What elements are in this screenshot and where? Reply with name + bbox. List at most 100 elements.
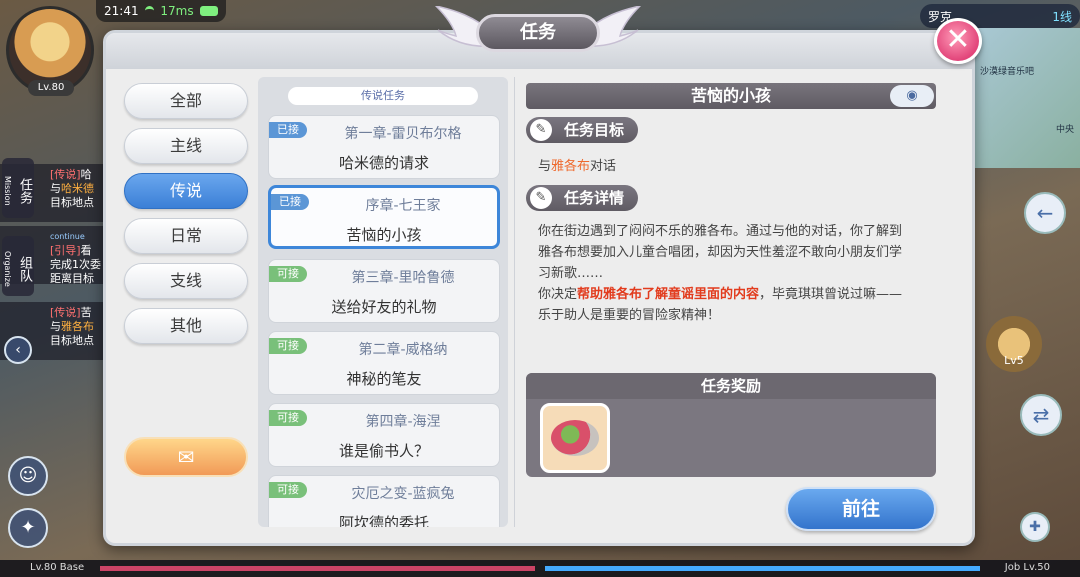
desc-text: ，毕竟琪琪曾说过嘛—— bbox=[759, 287, 903, 302]
desc-line: 乐于助人是重要的冒险家精神！ bbox=[538, 308, 721, 323]
quest-tag: [传说] bbox=[50, 306, 81, 319]
reward-box: 任务奖励 bbox=[526, 373, 936, 477]
quest-chapter: 灾厄之变-蓝疯兔 bbox=[351, 486, 455, 502]
quest-card[interactable]: 可接 第三章-里哈鲁德 送给好友的礼物 bbox=[268, 259, 500, 323]
desc-emphasis: 帮助雅各布了解童谣里面的内容 bbox=[577, 287, 760, 302]
quest-npc: 雅各布 bbox=[61, 320, 94, 333]
quest-card[interactable]: 已接 第一章-雷贝布尔格 哈米德的请求 bbox=[268, 115, 500, 179]
quest-card[interactable]: 可接 灾厄之变-蓝疯兔 阿坎德的委托 bbox=[268, 475, 500, 527]
character-icon[interactable]: ☺ bbox=[8, 456, 48, 496]
dialog-title: 任务 bbox=[476, 14, 600, 52]
status-badge: 可接 bbox=[269, 338, 307, 354]
quest-line: 看 bbox=[80, 244, 92, 257]
desc-line: 雅各布想要加入儿童合唱团，却因为天性羞涩不敢向小朋友们学 bbox=[538, 245, 903, 260]
quest-line: 目标地点 bbox=[50, 334, 94, 347]
skill-icon[interactable]: ✦ bbox=[8, 508, 48, 548]
gift-button[interactable]: ✉ bbox=[124, 437, 248, 477]
channel-line[interactable]: 1线 bbox=[1052, 8, 1072, 25]
quest-line: 完成1次委 bbox=[50, 258, 101, 271]
quest-chapter: 第二章-威格纳 bbox=[358, 342, 448, 358]
quest-chapter: 第一章-雷贝布尔格 bbox=[344, 126, 462, 142]
desc-line: 你在街边遇到了闷闷不乐的雅各布。通过与他的对话，你了解到 bbox=[538, 224, 903, 239]
category-main[interactable]: 主线 bbox=[124, 128, 248, 164]
desc-line: 习新歌…… bbox=[538, 266, 604, 281]
desc-text: 你决定 bbox=[538, 287, 578, 302]
experience-bar: Lv.80 Base Job Lv.50 bbox=[0, 560, 1080, 577]
quest-name: 神秘的笔友 bbox=[346, 370, 422, 388]
dialog-title-wrap: 任务 bbox=[434, 6, 642, 62]
status-badge: 已接 bbox=[269, 122, 307, 138]
goal-prefix: 与 bbox=[538, 159, 552, 174]
quest-line: 哈 bbox=[80, 168, 92, 181]
wifi-icon bbox=[144, 6, 155, 16]
quest-chapter: 第四章-海涅 bbox=[365, 414, 441, 430]
quest-line: 与 bbox=[50, 320, 61, 333]
goal-text: 与雅各布对话 bbox=[538, 155, 616, 174]
map-pin-icon[interactable]: ✚ bbox=[1020, 512, 1050, 542]
class-level-emblem[interactable]: Lv5 bbox=[986, 316, 1042, 372]
quest-title: 苦恼的小孩 bbox=[690, 86, 771, 105]
quest-tag: [传说] bbox=[50, 168, 81, 181]
quest-npc: 哈米德 bbox=[61, 182, 94, 195]
eye-icon[interactable]: ◉ bbox=[890, 85, 934, 107]
details-section-tag: ✎ 任务详情 bbox=[526, 185, 639, 211]
pin-icon: ✎ bbox=[530, 187, 552, 209]
pin-icon: ✎ bbox=[530, 119, 552, 141]
status-badge: 已接 bbox=[271, 194, 309, 210]
gift-icon: ✉ bbox=[177, 445, 195, 469]
quest-list-header: 传说任务 bbox=[288, 87, 478, 105]
food-plate-icon bbox=[551, 420, 599, 456]
goal-npc[interactable]: 雅各布 bbox=[551, 159, 590, 174]
quest-card[interactable]: 可接 第二章-威格纳 神秘的笔友 bbox=[268, 331, 500, 395]
quest-line: 苦 bbox=[80, 306, 92, 319]
quest-chapter: 序章-七王家 bbox=[365, 198, 441, 214]
quest-chapter: 第三章-里哈鲁德 bbox=[351, 270, 455, 286]
close-icon[interactable]: ✕ bbox=[934, 18, 982, 64]
quest-dialog: 全部 主线 传说 日常 支线 其他 ✉ 传说任务 已接 第一章-雷贝布尔格 哈米… bbox=[103, 30, 975, 546]
minimap-center-label: 中央 bbox=[1055, 125, 1074, 135]
minimap[interactable]: 沙漠绿音乐吧 中央 bbox=[972, 28, 1080, 168]
panel-divider bbox=[514, 77, 515, 527]
category-all[interactable]: 全部 bbox=[124, 83, 248, 119]
side-tab-mission[interactable]: 任务 Mission bbox=[2, 158, 34, 218]
base-xp-fill bbox=[100, 566, 535, 571]
quest-card-selected[interactable]: 已接 序章-七王家 苦恼的小孩 bbox=[268, 185, 500, 249]
goal-section-tag: ✎ 任务目标 bbox=[526, 117, 639, 143]
quest-list[interactable]: 传说任务 已接 第一章-雷贝布尔格 哈米德的请求 已接 序章-七王家 苦恼的小孩… bbox=[258, 77, 508, 527]
category-daily[interactable]: 日常 bbox=[124, 218, 248, 254]
reward-title: 任务奖励 bbox=[526, 373, 936, 399]
back-arrow-icon[interactable]: ← bbox=[1024, 192, 1066, 234]
collapse-arrow-icon[interactable]: ‹ bbox=[4, 336, 32, 364]
job-level-label: Job Lv.50 bbox=[1004, 562, 1050, 573]
quest-tag: [引导] bbox=[50, 244, 81, 257]
goal-suffix: 对话 bbox=[590, 159, 617, 174]
quest-line: 与 bbox=[50, 182, 61, 195]
side-tab-label: 任务 bbox=[17, 178, 32, 204]
side-tab-sublabel: Organize bbox=[3, 251, 12, 287]
minimap-label: 沙漠绿音乐吧 bbox=[980, 67, 1035, 77]
side-tab-label: 组队 bbox=[17, 256, 32, 282]
quest-description: 你在街边遇到了闷闷不乐的雅各布。通过与他的对话，你了解到 雅各布想要加入儿童合唱… bbox=[538, 221, 934, 326]
status-badge: 可接 bbox=[269, 482, 307, 498]
switch-icon[interactable]: ⇄ bbox=[1020, 394, 1062, 436]
base-level-label: Lv.80 Base bbox=[30, 562, 85, 573]
quest-detail: 苦恼的小孩 ◉ ✎ 任务目标 与雅各布对话 ✎ 任务详情 你在街边遇到了闷闷不乐… bbox=[516, 77, 936, 531]
quest-name: 阿坎德的委托 bbox=[338, 514, 429, 527]
reward-item[interactable] bbox=[540, 403, 610, 473]
quest-name: 哈米德的请求 bbox=[338, 154, 429, 172]
quest-name: 谁是偷书人？ bbox=[338, 442, 429, 460]
player-level-badge: Lv.80 bbox=[28, 80, 74, 96]
status-bar: 21:41 17ms bbox=[96, 0, 226, 22]
side-tab-team[interactable]: 组队 Organize bbox=[2, 236, 34, 296]
go-button[interactable]: 前往 bbox=[786, 487, 936, 531]
goal-label: 任务目标 bbox=[564, 121, 625, 139]
category-other[interactable]: 其他 bbox=[124, 308, 248, 344]
category-legend[interactable]: 传说 bbox=[124, 173, 248, 209]
quest-name: 送给好友的礼物 bbox=[331, 298, 437, 316]
quest-card[interactable]: 可接 第四章-海涅 谁是偷书人？ bbox=[268, 403, 500, 467]
category-side[interactable]: 支线 bbox=[124, 263, 248, 299]
clock: 21:41 bbox=[104, 4, 139, 18]
side-tab-sublabel: Mission bbox=[3, 176, 12, 206]
details-label: 任务详情 bbox=[564, 189, 625, 207]
quest-detail-title: 苦恼的小孩 ◉ bbox=[526, 83, 936, 109]
